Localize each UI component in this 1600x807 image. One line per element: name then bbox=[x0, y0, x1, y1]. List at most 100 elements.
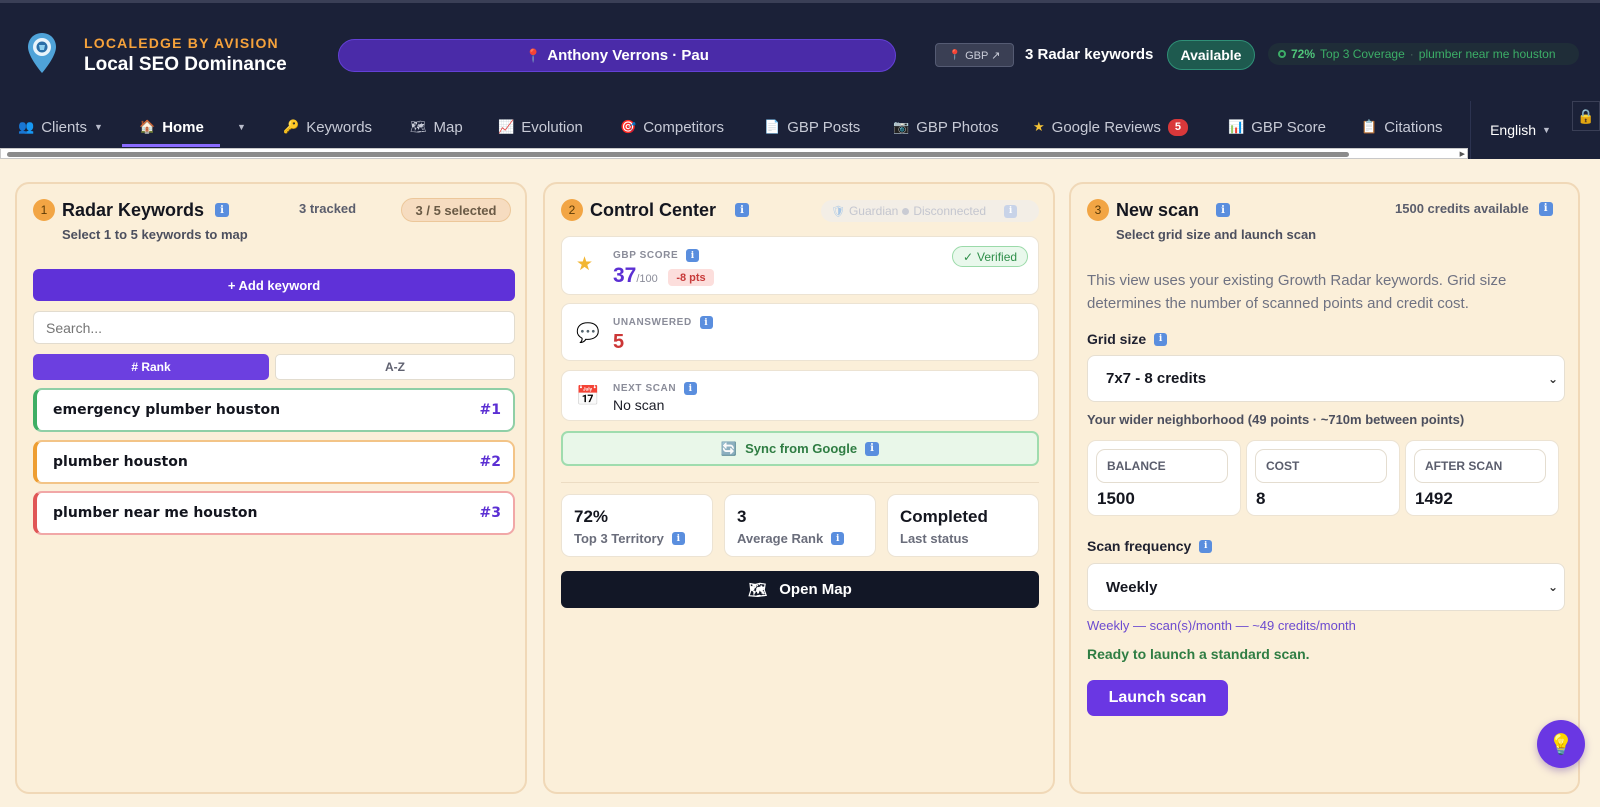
key-icon: 🔑 bbox=[283, 119, 300, 134]
info-icon[interactable]: i bbox=[671, 532, 685, 545]
nav-label: Keywords bbox=[306, 118, 373, 136]
calendar-icon: 📅 bbox=[576, 386, 600, 407]
scan-description: This view uses your existing Growth Rada… bbox=[1087, 272, 1507, 312]
info-icon[interactable]: i bbox=[831, 532, 845, 545]
nav-label: Evolution bbox=[521, 118, 583, 136]
scrollbar-thumb[interactable] bbox=[7, 152, 1349, 157]
info-icon[interactable]: i bbox=[1216, 203, 1230, 217]
home-icon: 🏠 bbox=[139, 119, 156, 134]
frequency-note: Weekly — scan(s)/month — ~49 credits/mon… bbox=[1087, 618, 1356, 633]
scan-frequency-label: Scan frequency i bbox=[1087, 538, 1213, 554]
keyword-search-input[interactable] bbox=[33, 311, 515, 344]
nav-item-evolution[interactable]: 📈 Evolution bbox=[498, 116, 583, 138]
nav-item-competitors[interactable]: 🎯 Competitors bbox=[620, 116, 724, 138]
keyword-name: plumber houston bbox=[53, 454, 188, 470]
nav-label: Citations bbox=[1384, 118, 1443, 136]
grid-size-select[interactable]: 7x7 - 8 credits ⌄ bbox=[1087, 355, 1565, 402]
info-icon[interactable]: i bbox=[1154, 332, 1168, 346]
next-scan-stat: 📅 NEXT SCAN i No scan bbox=[561, 370, 1039, 421]
step-number: 2 bbox=[561, 199, 583, 221]
keyword-name: emergency plumber houston bbox=[53, 402, 281, 418]
info-icon[interactable]: i bbox=[684, 382, 698, 395]
open-map-button[interactable]: 🗺 Open Map bbox=[561, 571, 1039, 608]
location-pin-logo-icon bbox=[28, 33, 56, 73]
nav-item-citations[interactable]: 📋 Citations bbox=[1361, 116, 1443, 138]
map-icon: 🗺 bbox=[748, 581, 768, 599]
status-dot bbox=[902, 207, 910, 215]
lightbulb-icon: 💡 bbox=[1548, 733, 1574, 756]
credits-available: 1500 credits available i bbox=[1395, 201, 1553, 216]
nav-scrollbar[interactable]: ▶ bbox=[0, 148, 1468, 159]
nav-item-gbp-photos[interactable]: 📷 GBP Photos bbox=[893, 116, 998, 138]
pin-icon: 📍 bbox=[948, 49, 962, 61]
info-icon[interactable]: i bbox=[686, 249, 700, 262]
nav-label: Map bbox=[433, 118, 463, 136]
average-rank-stat: 3 Average Rank i bbox=[724, 494, 876, 557]
stat-label-text: Top 3 Territory bbox=[574, 531, 664, 546]
nav-item-google-reviews[interactable]: ★ Google Reviews 5 bbox=[1033, 116, 1188, 138]
nav-dropdown-toggle[interactable]: ▼ bbox=[237, 116, 246, 138]
unanswered-label: UNANSWERED bbox=[613, 317, 692, 328]
launch-scan-button[interactable]: Launch scan bbox=[1087, 680, 1228, 716]
caret-down-icon: ▼ bbox=[237, 122, 246, 132]
radar-keywords-card: 1 Radar Keywords i Select 1 to 5 keyword… bbox=[15, 182, 527, 794]
top3-territory-stat: 72% Top 3 Territory i bbox=[561, 494, 713, 557]
gbp-link-button[interactable]: 📍 GBP ↗ bbox=[935, 43, 1014, 67]
caret-down-icon: ▼ bbox=[1542, 125, 1551, 135]
info-icon[interactable]: i bbox=[735, 203, 749, 217]
app-title: Local SEO Dominance bbox=[84, 54, 287, 75]
nav-item-gbp-posts[interactable]: 📄 GBP Posts bbox=[764, 116, 860, 138]
info-icon[interactable]: i bbox=[215, 203, 229, 217]
info-icon[interactable]: i bbox=[1538, 201, 1553, 216]
scroll-right-arrow-icon[interactable]: ▶ bbox=[1460, 150, 1465, 158]
app-header: LOCALEDGE BY AVISION Local SEO Dominance… bbox=[0, 0, 1600, 101]
client-selector[interactable]: 📍 Anthony Verrons · Pau bbox=[338, 39, 896, 72]
active-tab-indicator bbox=[122, 144, 220, 147]
keyword-item[interactable]: plumber near me houston #3 bbox=[33, 491, 515, 535]
stat-label: UNANSWERED i bbox=[613, 316, 713, 329]
nav-item-map[interactable]: 🗺 Map bbox=[410, 116, 463, 138]
lightbulb-help-button[interactable]: 💡 bbox=[1537, 720, 1585, 768]
language-selector[interactable]: English ▼ bbox=[1470, 101, 1570, 159]
stat-label: Top 3 Territory i bbox=[574, 531, 712, 546]
credits-label: 1500 credits available bbox=[1395, 201, 1529, 216]
info-icon[interactable]: i bbox=[1199, 539, 1213, 553]
language-label: English bbox=[1490, 122, 1536, 138]
control-center-card: 2 Control Center i 🛡 Guardian Disconnect… bbox=[543, 182, 1055, 794]
caret-down-icon: ▼ bbox=[94, 122, 103, 132]
balance-box: BALANCE 1500 bbox=[1087, 440, 1241, 516]
field-label-text: Scan frequency bbox=[1087, 538, 1192, 554]
nav-item-home[interactable]: 🏠 Home bbox=[139, 116, 204, 138]
nav-item-gbp-score[interactable]: 📊 GBP Score bbox=[1228, 116, 1326, 138]
radar-keyword-count: 3 Radar keywords bbox=[1025, 46, 1154, 63]
sync-from-google-button[interactable]: 🔄 Sync from Google i bbox=[561, 431, 1039, 466]
sync-label: Sync from Google bbox=[745, 441, 858, 456]
nav-item-clients[interactable]: 👥 Clients ▼ bbox=[18, 116, 103, 138]
lock-icon[interactable]: 🔒 bbox=[1572, 101, 1600, 131]
nav-label: Home bbox=[162, 118, 204, 136]
gbp-score-stat: ★ GBP SCORE i 37/100 -8 pts ✓ Verified bbox=[561, 236, 1039, 295]
card-subtitle: Select grid size and launch scan bbox=[1116, 227, 1317, 242]
keyword-item[interactable]: emergency plumber houston #1 bbox=[33, 388, 515, 432]
nav-item-keywords[interactable]: 🔑 Keywords bbox=[283, 116, 372, 138]
stat-label: Average Rank i bbox=[737, 531, 875, 546]
score-delta-badge: -8 pts bbox=[668, 269, 714, 286]
stat-label: GBP SCORE i bbox=[613, 249, 700, 262]
sort-alphabetical-button[interactable]: A-Z bbox=[275, 354, 515, 380]
scan-frequency-select[interactable]: Weekly ⌄ bbox=[1087, 563, 1565, 611]
add-keyword-button[interactable]: + Add keyword bbox=[33, 269, 515, 301]
sort-by-rank-button[interactable]: # Rank bbox=[33, 354, 269, 380]
unanswered-value: 5 bbox=[613, 331, 625, 353]
nav-label: Google Reviews bbox=[1051, 118, 1161, 136]
info-icon[interactable]: i bbox=[1004, 204, 1018, 218]
gbp-score-value: 37/100 bbox=[613, 264, 658, 288]
keyword-item[interactable]: plumber houston #2 bbox=[33, 440, 515, 484]
map-icon: 🗺 bbox=[410, 119, 427, 134]
cost-box: COST 8 bbox=[1246, 440, 1400, 516]
card-subtitle: Select 1 to 5 keywords to map bbox=[62, 227, 248, 242]
info-icon[interactable]: i bbox=[699, 316, 713, 329]
coverage-separator: · bbox=[1409, 47, 1414, 61]
nav-tabs: 👥 Clients ▼ 🏠 Home ▼ 🔑 Keywords 🗺 Map 📈 … bbox=[0, 101, 1468, 148]
card-title: New scan bbox=[1116, 200, 1200, 220]
info-icon[interactable]: i bbox=[865, 441, 880, 456]
